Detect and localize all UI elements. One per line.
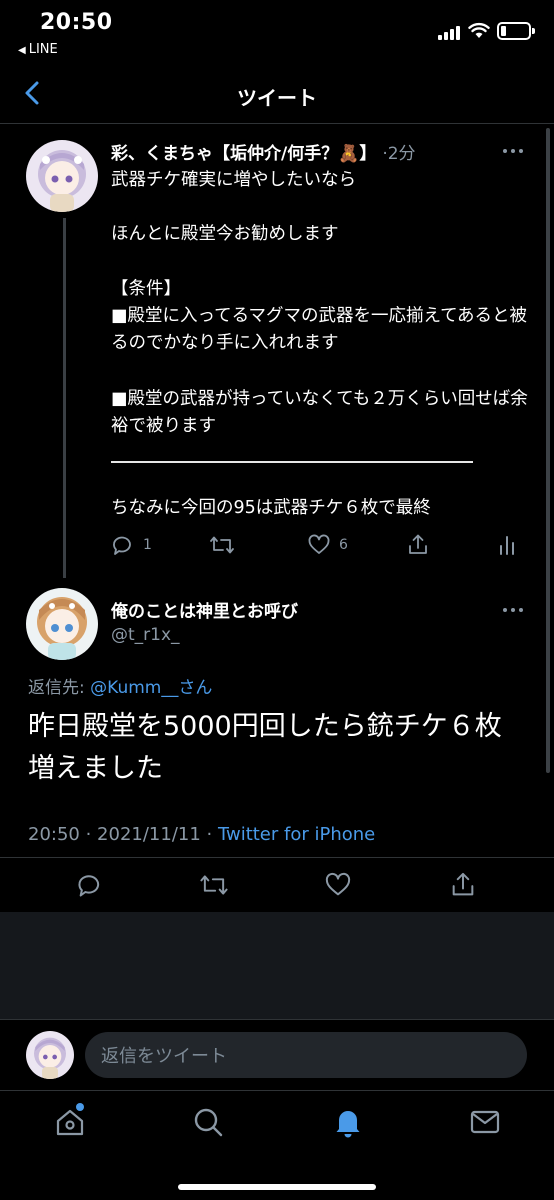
search-icon[interactable] [191,1105,225,1139]
avatar-illustration [26,140,98,212]
status-time: 20:50 [40,10,113,35]
reply-icon [78,875,100,897]
retweet-icon [210,536,234,554]
parent-analytics-button[interactable] [497,533,517,557]
reply-to-label: 返信先: [28,678,91,698]
nav-header: ツイート [0,64,554,124]
parent-text-conditions: 【条件】 ■殿堂に入ってるマグマの武器を一応揃えてあると被るのでかなり手に入れれ… [111,279,528,353]
parent-text-line-4: ■殿堂の武器が持っていなくても２万くらい回せば余裕で被ります [111,389,528,436]
reply-to-mention[interactable]: @Kumm__さん [90,678,212,698]
parent-tweet-avatar[interactable] [26,140,98,212]
composer-avatar [26,1031,74,1079]
main-like-button[interactable] [324,871,352,899]
tweet-timestamp: 20:50 · 2021/11/11 · Twitter for iPhone [28,824,375,845]
cellular-signal-icon [438,24,462,40]
heart-icon [308,534,330,554]
main-tweet-avatar[interactable] [26,588,98,660]
share-icon [452,872,474,896]
parent-more-icon[interactable] [503,146,529,156]
heart-icon [325,872,351,896]
notifications-icon[interactable] [331,1105,365,1139]
retweet-icon [200,875,228,895]
thread-connector-line [63,218,66,578]
avatar-illustration [26,1031,74,1079]
battery-icon [497,22,535,40]
parent-like-button[interactable]: 6 [307,533,348,557]
wifi-icon [468,22,490,38]
main-tweet-actions [74,871,484,901]
parent-like-count: 6 [339,537,348,553]
timestamp-divider [0,857,554,858]
reply-icon [113,536,131,555]
parent-text-line-1: 武器チケ確実に増やしたいなら [111,170,356,190]
status-bar: 20:50 ◀ LINE [0,0,554,64]
back-app-label: LINE [28,42,58,57]
parent-text-line-2: ほんとに殿堂今お勧めします [111,224,339,244]
parent-tweet-header: 彩、くまちゃ【垢仲介/何手？🧸】 ·2分 [111,139,416,164]
reply-to-line: 返信先: @Kumm__さん [28,673,212,698]
text-divider-line [111,461,473,463]
reply-input[interactable]: 返信をツイート [85,1032,527,1078]
parent-time-ago: 2分 [387,144,416,164]
scrollbar[interactable] [546,128,550,773]
share-icon [409,534,427,554]
parent-share-button[interactable] [406,533,430,557]
main-tweet-text: 昨日殿堂を5000円回したら銃チケ６枚増えました [28,711,502,784]
main-display-name[interactable]: 俺のことは神里とお呼び [111,597,298,622]
empty-replies-area [0,912,554,1019]
main-retweet-button[interactable] [198,871,230,899]
messages-icon[interactable] [468,1105,502,1139]
reply-composer: 返信をツイート [0,1019,554,1089]
timestamp-text: 20:50 · 2021/11/11 · [28,824,218,845]
main-reply-button[interactable] [76,871,104,899]
parent-display-name[interactable]: 彩、くまちゃ【垢仲介/何手？🧸】 [111,144,376,164]
parent-text-line-5: ちなみに今回の95は武器チケ６枚で最終 [111,498,431,518]
avatar-illustration [26,588,98,660]
main-share-button[interactable] [449,871,477,899]
parent-tweet-actions: 1 6 [111,533,521,563]
back-triangle-icon: ◀ [18,45,26,56]
home-indicator[interactable] [178,1184,376,1190]
parent-retweet-button[interactable] [208,533,236,557]
back-to-app-button[interactable]: ◀ LINE [18,42,58,57]
tweet-source-link[interactable]: Twitter for iPhone [218,824,375,845]
main-handle[interactable]: @t_r1x_ [111,625,180,645]
parent-reply-count: 1 [143,537,152,553]
page-title: ツイート [237,86,317,110]
home-notification-dot [76,1103,84,1111]
parent-reply-button[interactable]: 1 [111,533,152,557]
analytics-icon [500,536,514,555]
main-more-icon[interactable] [503,605,529,615]
